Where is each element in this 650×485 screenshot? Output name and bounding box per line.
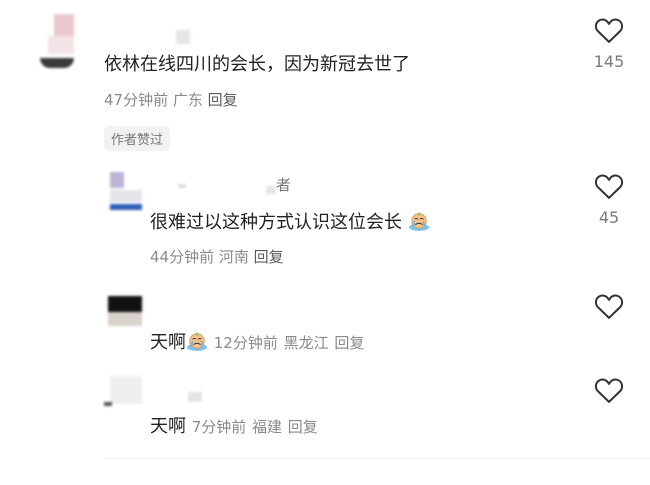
crying-emoji-icon (408, 212, 429, 231)
reply-button[interactable]: 回复 (288, 418, 318, 436)
avatar[interactable] (110, 172, 142, 212)
comment-text: 依林在线四川的会长，因为新冠去世了 (104, 54, 410, 75)
comment-text: 天啊 12分钟前 黑龙江 回复 (150, 328, 364, 354)
comment-location: 广东 (172, 91, 203, 109)
heart-outline-icon[interactable] (594, 376, 624, 404)
comment-meta: 47分钟前 广东 回复 (104, 89, 238, 110)
comment-text: 天啊 7分钟前 福建 回复 (150, 412, 318, 438)
comment-text-content: 天啊 (150, 416, 186, 437)
username-suffix[interactable]: 者 (276, 174, 291, 195)
comment-location: 河南 (218, 248, 249, 266)
heart-outline-icon[interactable] (594, 292, 624, 320)
comment-text-content: 天啊 (150, 332, 186, 353)
like-count: 145 (593, 52, 625, 71)
username-redacted[interactable] (266, 186, 276, 194)
comment-location: 福建 (252, 418, 283, 436)
comment-text-content: 很难过以这种方式认识这位会长 (150, 212, 402, 233)
heart-outline-icon[interactable] (594, 172, 624, 200)
reply-button[interactable]: 回复 (208, 91, 238, 109)
comment-time: 12分钟前 (213, 334, 278, 352)
comment-meta: 44分钟前 河南 回复 (150, 246, 284, 267)
reply-button[interactable]: 回复 (254, 248, 284, 266)
username-redacted[interactable] (176, 30, 190, 44)
heart-outline-icon[interactable] (594, 16, 624, 44)
comment-location: 黑龙江 (283, 334, 329, 352)
avatar[interactable] (40, 14, 80, 70)
crying-emoji-icon (187, 332, 207, 351)
username-redacted[interactable] (178, 184, 186, 188)
like-count: 45 (598, 208, 620, 227)
avatar[interactable] (104, 376, 144, 412)
comment-time: 7分钟前 (191, 418, 247, 436)
divider (104, 458, 650, 459)
reply-button[interactable]: 回复 (334, 334, 364, 352)
author-liked-badge: 作者赞过 (104, 126, 171, 151)
comment-time: 44分钟前 (150, 248, 215, 266)
username-redacted[interactable] (188, 392, 202, 402)
comment-text: 很难过以这种方式认识这位会长 (150, 208, 430, 234)
comment-time: 47分钟前 (104, 91, 169, 109)
avatar[interactable] (104, 296, 142, 330)
